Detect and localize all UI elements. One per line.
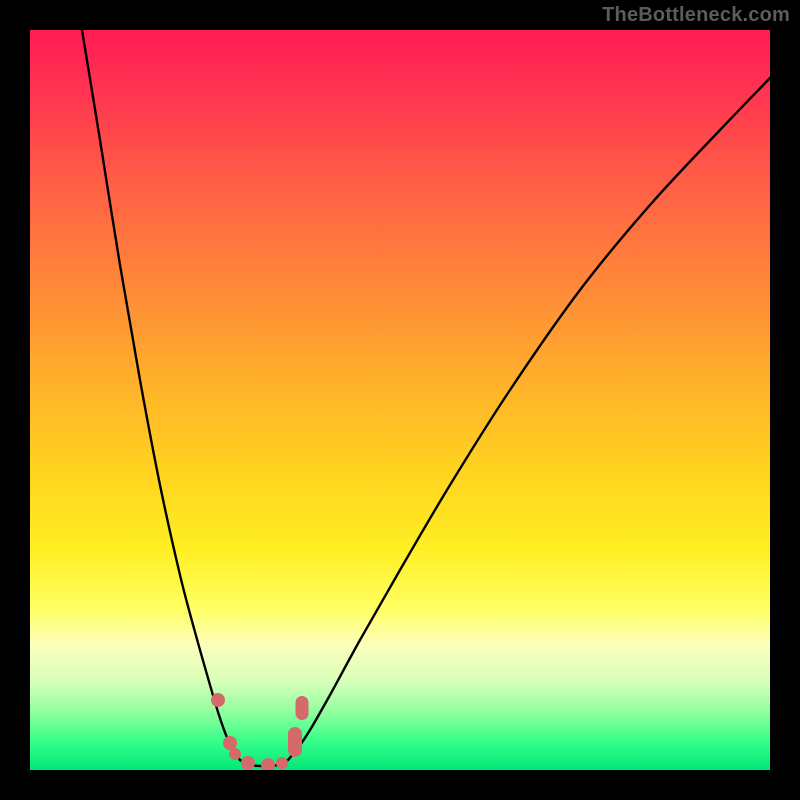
data-point-marker [223,736,237,750]
curve-left-branch [82,30,240,760]
data-point-marker [288,727,302,757]
chart-frame: TheBottleneck.com [0,0,800,800]
data-point-marker [241,756,255,770]
data-point-marker [276,757,288,769]
watermark-text: TheBottleneck.com [602,4,790,27]
plot-area [30,30,770,770]
curve-layer [30,30,770,770]
data-point-marker [229,748,241,760]
data-point-marker [261,758,275,770]
data-point-marker [296,696,309,720]
curve-right-branch [288,78,770,760]
data-point-marker [211,693,225,707]
bottleneck-curve [82,30,770,766]
